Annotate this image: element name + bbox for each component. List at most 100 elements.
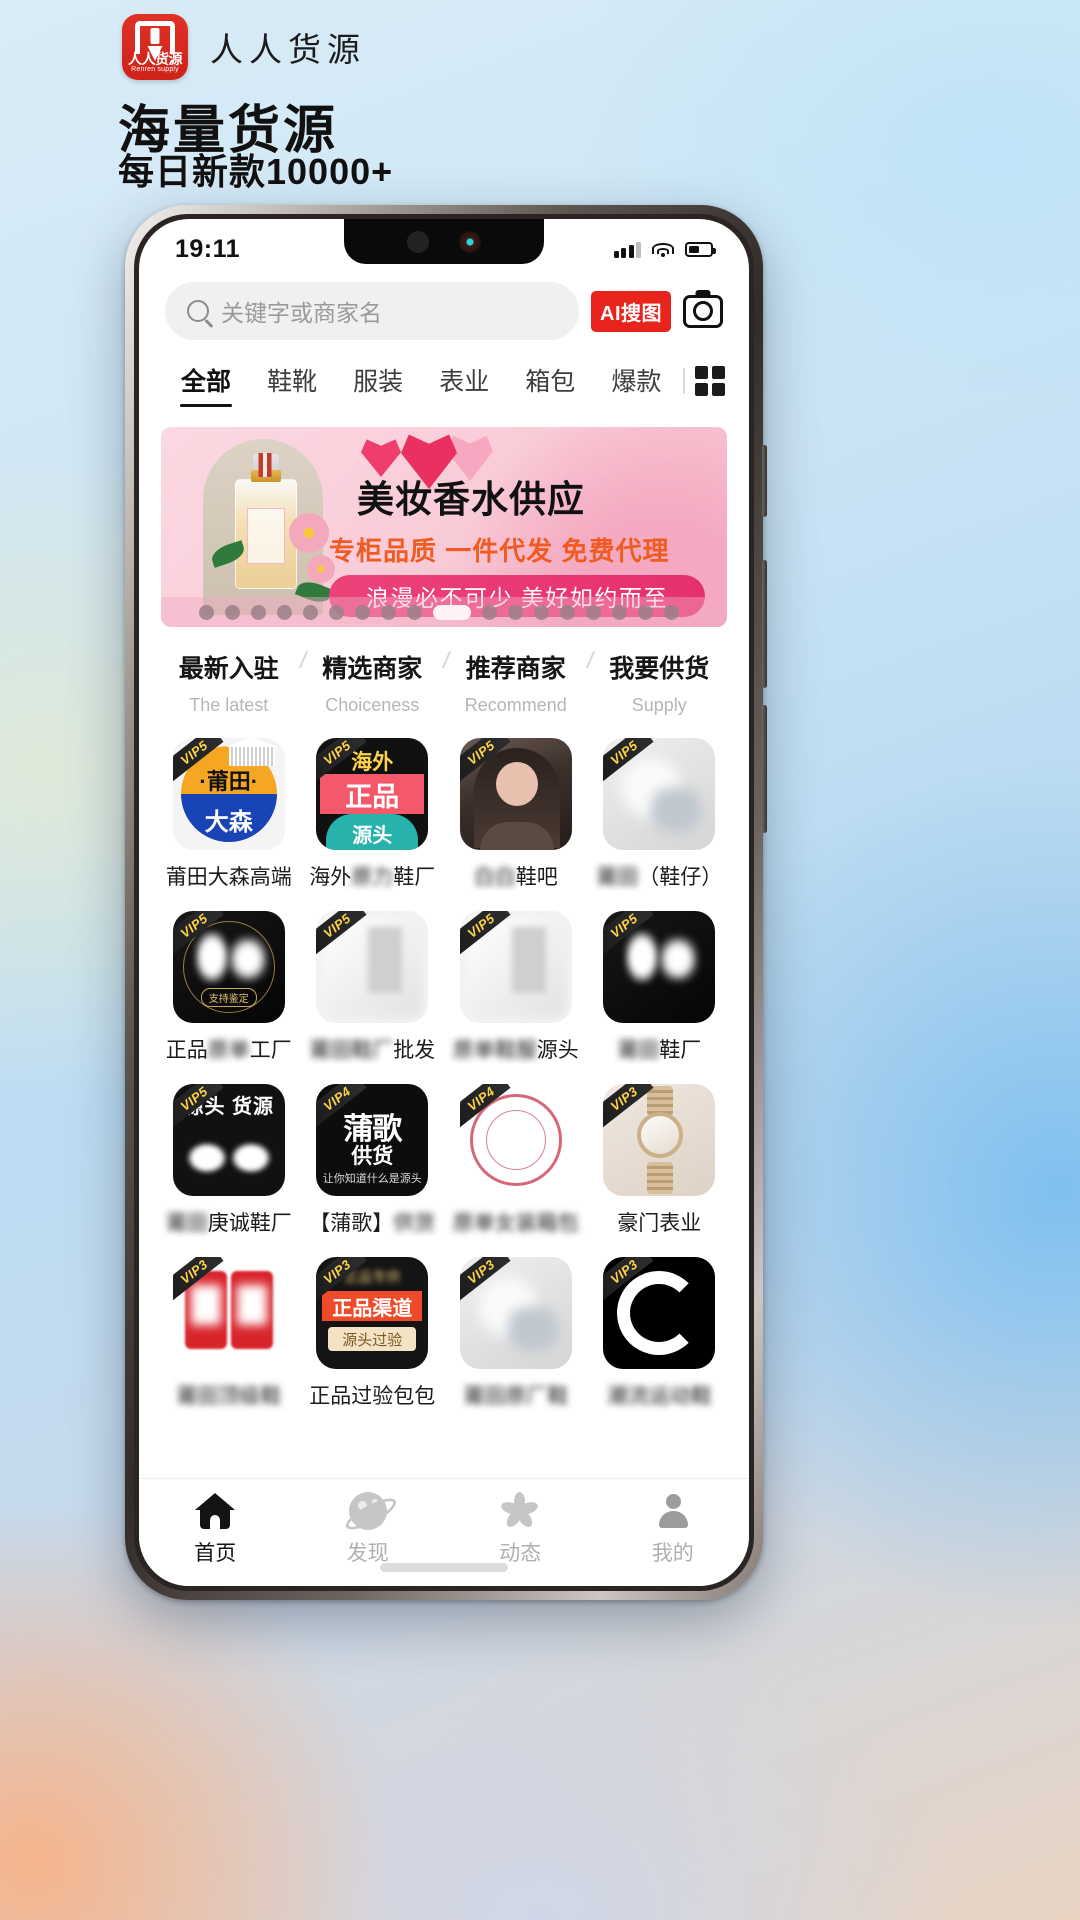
phone-mockup: 19:11 关键字或商家名 AI搜图 全部 鞋靴 服装 表业 箱包 爆款 美妆香… [125,205,767,1600]
tabbar-item-home[interactable]: 首页 [139,1491,292,1567]
app-logo: 人人货源 Renren supply [122,14,188,80]
tabbar-item-discover[interactable]: 发现 [292,1491,445,1567]
ai-search-label: AI搜图 [600,302,662,325]
shop-name: 莆田鞋厂批发 [309,1039,436,1062]
shop-name: 正品过验包包 [309,1385,436,1408]
thumb-text: 正品渠道 [322,1291,423,1321]
shop-thumbnail: 正品专供 正品渠道 源头过验 VIP3 [316,1257,429,1369]
tab-hot[interactable]: 爆款 [593,354,679,407]
thumb-text: 供货 [351,1145,394,1168]
shop-thumbnail: VIP3 [603,1084,716,1196]
shop-card[interactable]: 蒲歌 供货 让你知道什么是源头 VIP4 【蒲歌】供货 [305,1084,441,1237]
shop-card[interactable]: VIP3 潮流运动鞋 [592,1257,728,1410]
tab-watches[interactable]: 表业 [421,354,507,407]
grid-view-icon[interactable] [694,365,725,396]
status-bar: 19:11 [139,219,749,274]
thumb-text: ·莆田· [199,769,259,794]
shop-grid: ·莆田· 大森 VIP5 莆田大森高端 海外 正品 源头 VIP5 海外原力鞋厂… [139,716,749,1410]
profile-person-icon [597,1491,750,1531]
shop-name: 莆田原厂鞋 [463,1385,569,1408]
section-label-cn: 最新入驻 [178,655,279,683]
section-nav-supply[interactable]: 我要供货 Supply [588,649,732,716]
phone-screen: 19:11 关键字或商家名 AI搜图 全部 鞋靴 服装 表业 箱包 爆款 美妆香… [139,219,749,1586]
shop-thumbnail: ·莆田· 大森 VIP5 [172,738,285,850]
phone-button-power [762,705,767,833]
category-tabs: 全部 鞋靴 服装 表业 箱包 爆款 [139,340,749,407]
shop-thumbnail: VIP5 [459,911,572,1023]
thumb-text: 让你知道什么是源头 [322,1173,422,1185]
shop-card[interactable]: VIP5 莆田鞋厂 [592,911,728,1064]
shop-card[interactable]: VIP3 豪门表业 [592,1084,728,1237]
shop-card[interactable]: VIP3 莆田原厂鞋 [448,1257,584,1410]
tabbar-item-profile[interactable]: 我的 [597,1491,750,1567]
shop-thumbnail: VIP5 [603,738,716,850]
shop-name: 莆田鞋厂 [617,1039,702,1062]
shop-card[interactable]: ·莆田· 大森 VIP5 莆田大森高端 [161,738,297,891]
shop-thumbnail: 源头 货源 VIP5 [172,1084,285,1196]
tabbar-item-activity[interactable]: 动态 [444,1491,597,1567]
app-content: 关键字或商家名 AI搜图 全部 鞋靴 服装 表业 箱包 爆款 美妆香水供应 专柜… [139,274,749,1478]
shop-thumbnail: VIP4 [459,1084,572,1196]
status-icons [613,241,716,258]
shop-name: 正品原单工厂 [165,1039,292,1062]
thumb-text: 源头过验 [328,1327,417,1351]
search-icon [187,300,209,322]
tab-divider [683,367,685,394]
section-nav-latest[interactable]: 最新入驻 The latest [157,649,301,716]
shop-card[interactable]: VIP5 原单鞋服源头 [448,911,584,1064]
perfume-bottle-icon [235,479,297,589]
thumb-text: 大森 [204,809,253,836]
phone-bezel: 19:11 关键字或商家名 AI搜图 全部 鞋靴 服装 表业 箱包 爆款 美妆香… [134,214,754,1591]
shop-name: 【蒲歌】供货 [309,1212,436,1235]
banner-title: 美妆香水供应 [357,479,585,520]
camera-icon[interactable] [683,294,723,328]
section-nav-choiceness[interactable]: 精选商家 Choiceness [301,649,445,716]
ai-image-search-button[interactable]: AI搜图 [591,290,671,332]
shop-card[interactable]: VIP5 白白鞋吧 [448,738,584,891]
shop-thumbnail: VIP3 [172,1257,285,1369]
search-input[interactable]: 关键字或商家名 [165,282,579,340]
shop-thumbnail: VIP5 [459,738,572,850]
section-nav-recommend[interactable]: 推荐商家 Recommend [444,649,588,716]
thumb-text: 源头 [326,814,419,850]
tab-all[interactable]: 全部 [163,354,249,407]
shop-card[interactable]: 源头 货源 VIP5 莆田庚诚鞋厂 [161,1084,297,1237]
shop-card[interactable]: 海外 正品 源头 VIP5 海外原力鞋厂 [305,738,441,891]
section-label-cn: 我要供货 [609,655,710,683]
bottle-cap-stripe [258,453,271,477]
tab-bags[interactable]: 箱包 [507,354,593,407]
thumb-text: 正品 [320,774,425,814]
tab-clothing[interactable]: 服装 [335,354,421,407]
shop-card[interactable]: VIP4 原单女装箱包 [448,1084,584,1237]
status-time: 19:11 [175,235,241,263]
search-placeholder: 关键字或商家名 [221,300,382,326]
tab-shoes[interactable]: 鞋靴 [249,354,335,407]
shop-thumbnail: VIP3 [603,1257,716,1369]
home-indicator [380,1563,508,1572]
section-label-en: The latest [189,695,269,715]
shop-name: 海外原力鞋厂 [309,866,436,889]
logo-mark-icon [135,21,175,54]
shop-name: 莆田（鞋仔） [596,866,723,889]
shop-card[interactable]: VIP5 莆田鞋厂批发 [305,911,441,1064]
logo-cn-text: 人人货源 [128,51,183,67]
section-nav: 最新入驻 The latest 精选商家 Choiceness 推荐商家 Rec… [139,627,749,716]
discover-planet-icon [292,1491,445,1531]
shop-thumbnail: VIP5 [603,911,716,1023]
shop-thumbnail: VIP3 [459,1257,572,1369]
section-label-en: Recommend [464,695,567,715]
bottle-label [247,508,285,564]
shop-card[interactable]: VIP5 莆田（鞋仔） [592,738,728,891]
promo-banner[interactable]: 美妆香水供应 专柜品质 一件代发 免费代理 浪漫必不可少 美好如约而至 [161,427,727,627]
shop-name: 原单鞋服源头 [452,1039,579,1062]
thumb-tag: 支持鉴定 [200,988,257,1007]
shop-card[interactable]: VIP3 莆田顶级鞋 [161,1257,297,1410]
shop-thumbnail: VIP5 [316,911,429,1023]
section-label-en: Supply [631,695,687,715]
banner-dot-indicators[interactable] [161,597,727,627]
phone-button-volume [762,560,767,688]
shop-card[interactable]: 支持鉴定 VIP5 正品原单工厂 [161,911,297,1064]
flower-icon [289,513,329,553]
shop-card[interactable]: 正品专供 正品渠道 源头过验 VIP3 正品过验包包 [305,1257,441,1410]
battery-icon [685,242,716,257]
